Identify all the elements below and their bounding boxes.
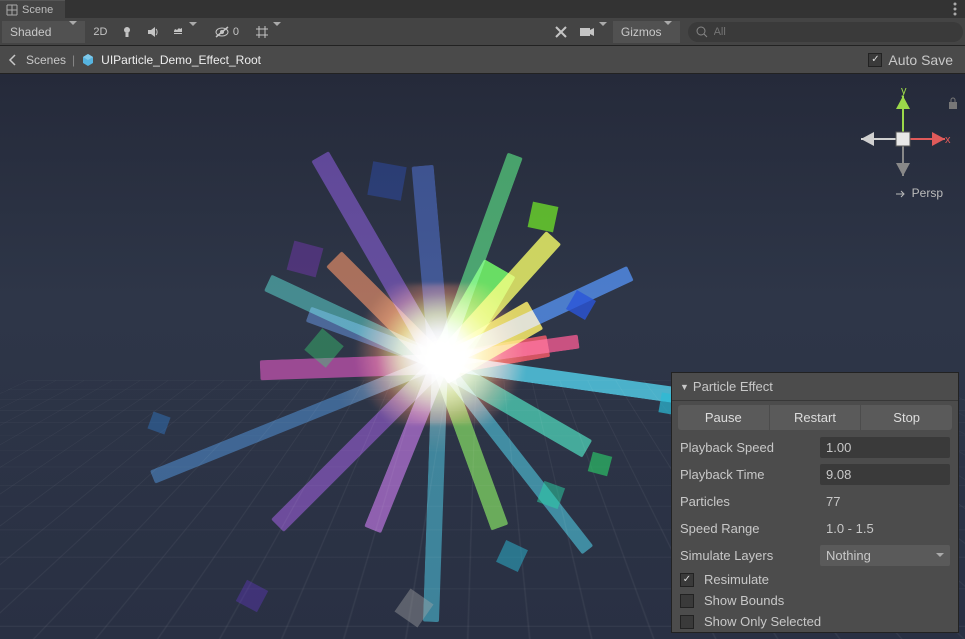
tab-menu-button[interactable] [945,0,965,18]
scene-tools-button[interactable] [549,21,573,43]
svg-text:y: y [901,85,907,97]
breadcrumb-bar: Scenes | UIParticle_Demo_Effect_Root ✓ A… [0,46,965,74]
speed-range-label: Speed Range [680,521,816,536]
scene-lighting-toggle[interactable] [115,21,139,43]
scene-search[interactable] [688,22,963,42]
scene-viewport[interactable]: y x Persp ▼Particle Effect Pause Restart… [0,74,965,639]
scene-visibility-toggle[interactable]: 0 [203,21,249,43]
back-icon[interactable] [6,53,20,67]
scene-fx-dropdown[interactable] [167,21,201,43]
auto-save[interactable]: ✓ Auto Save [868,52,959,68]
breadcrumb-root[interactable]: Scenes [26,53,66,67]
prefab-icon [81,53,95,67]
tab-scene[interactable]: Scene [0,0,65,18]
lock-icon[interactable] [947,96,959,113]
resimulate-row[interactable]: ✓Resimulate [672,569,958,590]
particles-value: 77 [820,491,950,512]
show-bounds-row[interactable]: Show Bounds [672,590,958,611]
simulate-layers-dropdown[interactable]: Nothing [820,545,950,566]
simulate-layers-label: Simulate Layers [680,548,816,563]
projection-label[interactable]: Persp [896,186,943,200]
scene-toolbar: Shaded 2D 0 Gizmos [0,18,965,46]
search-icon [696,26,708,38]
playback-time-label: Playback Time [680,467,816,482]
auto-save-checkbox[interactable]: ✓ [868,53,882,67]
playback-speed-label: Playback Speed [680,440,816,455]
restart-button[interactable]: Restart [770,405,861,430]
search-input[interactable] [714,26,955,38]
gizmos-dropdown[interactable]: Gizmos [613,21,680,43]
tab-title: Scene [22,4,53,16]
toggle-2d[interactable]: 2D [87,21,113,43]
stop-button[interactable]: Stop [861,405,952,430]
playback-speed-input[interactable]: 1.00 [820,437,950,458]
speed-range-value: 1.0 - 1.5 [820,518,950,539]
tab-bar: Scene [0,0,965,18]
playback-time-input[interactable]: 9.08 [820,464,950,485]
panel-header[interactable]: ▼Particle Effect [672,373,958,401]
particles-label: Particles [680,494,816,509]
shading-mode-dropdown[interactable]: Shaded [2,21,85,43]
show-only-selected-row[interactable]: Show Only Selected [672,611,958,632]
svg-text:x: x [945,134,951,146]
scene-grid-dropdown[interactable] [251,21,285,43]
scene-camera-dropdown[interactable] [575,21,611,43]
scene-audio-toggle[interactable] [141,21,165,43]
breadcrumb-prefab[interactable]: UIParticle_Demo_Effect_Root [101,53,261,67]
particle-effect-panel: ▼Particle Effect Pause Restart Stop Play… [671,372,959,633]
pause-button[interactable]: Pause [678,405,769,430]
grid-icon [6,4,18,16]
